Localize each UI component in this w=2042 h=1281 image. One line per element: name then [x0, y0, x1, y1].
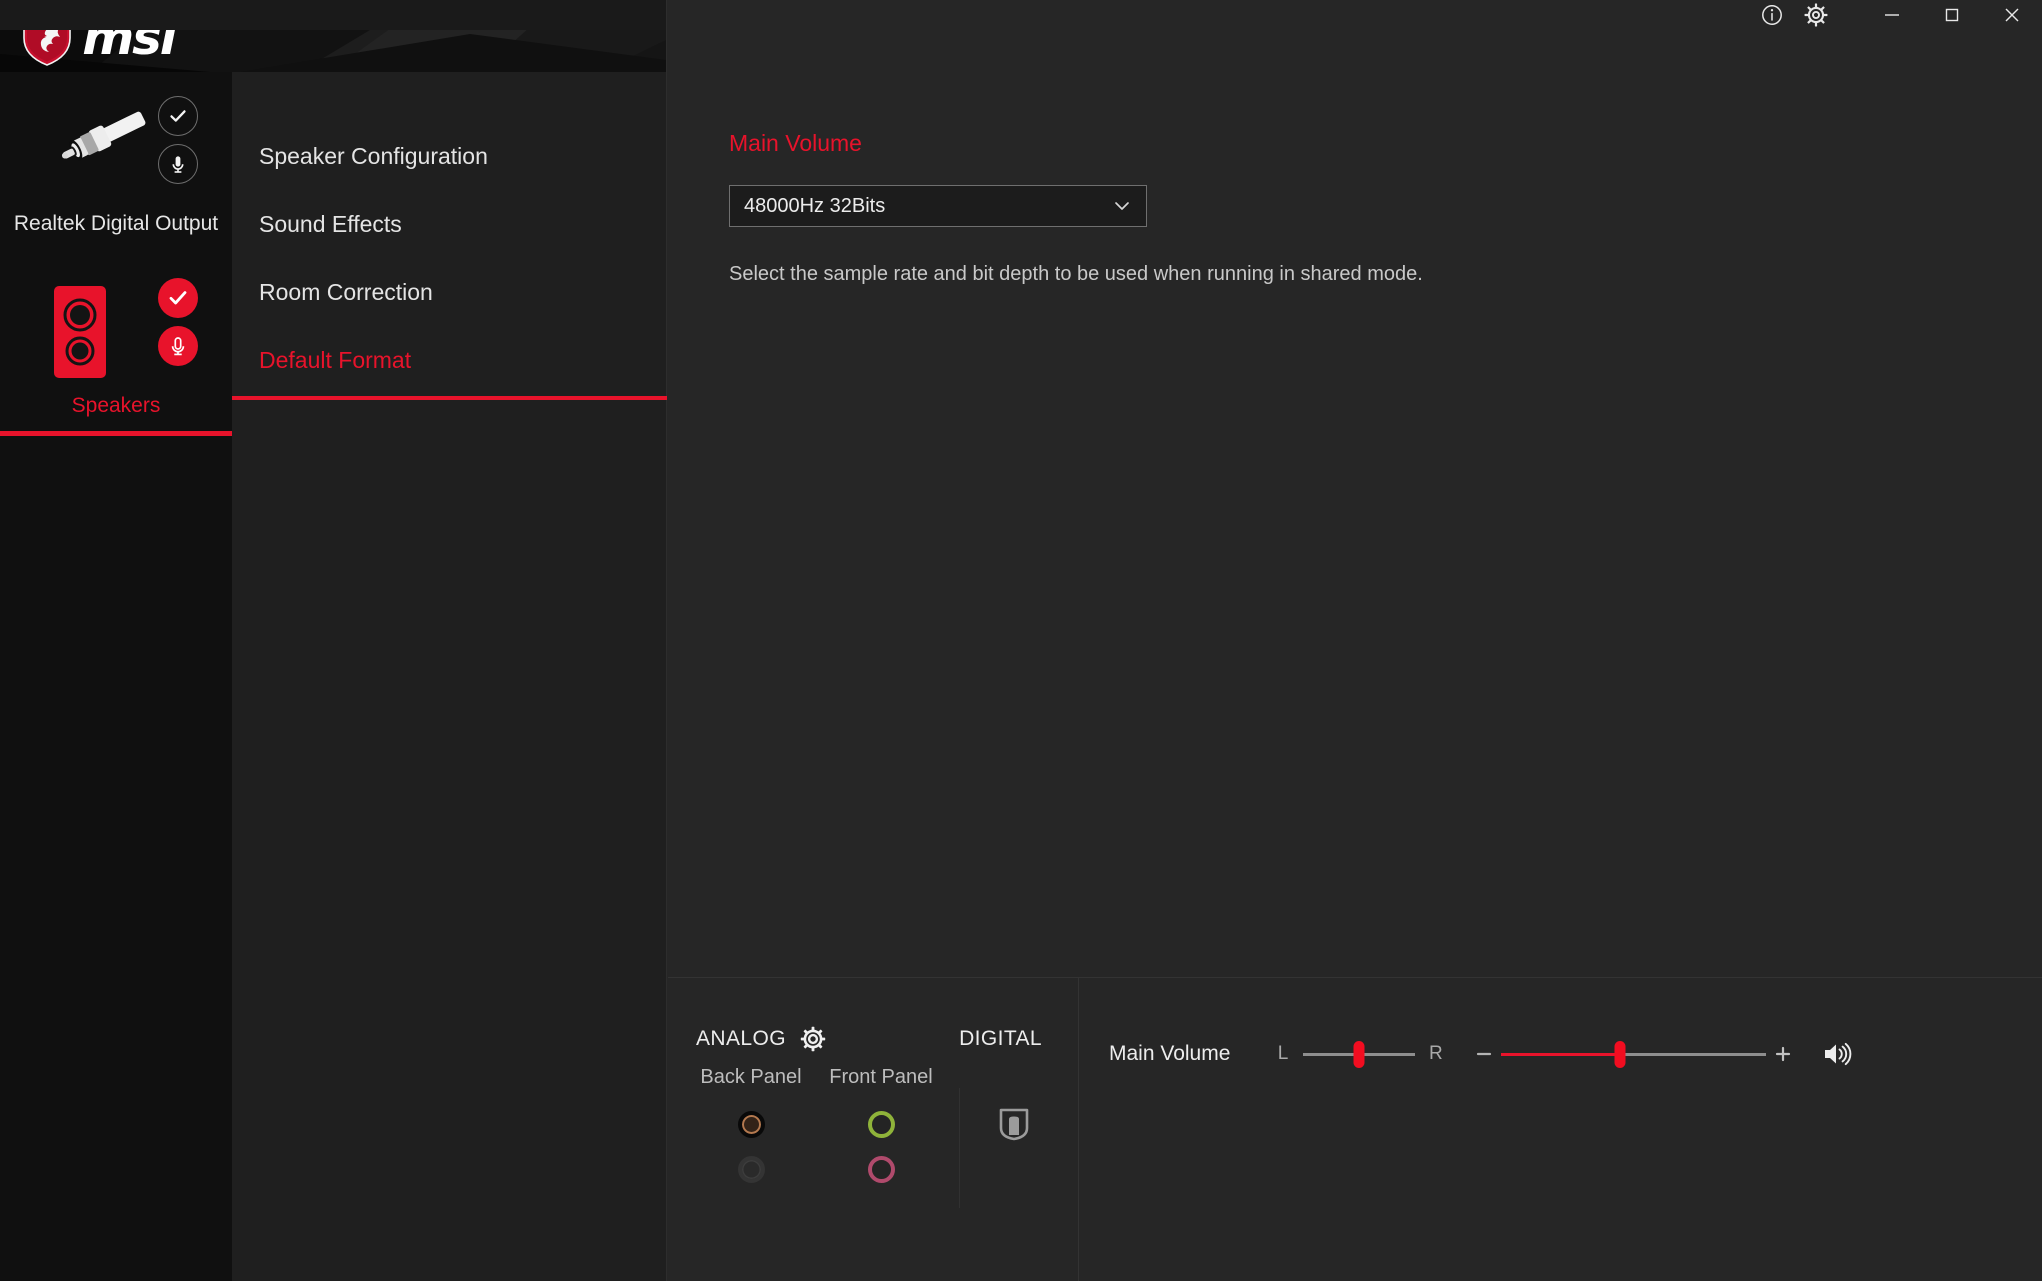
nav-item-label: Room Correction [259, 278, 433, 305]
spdif-cable-icon [52, 102, 152, 179]
close-button[interactable] [1982, 0, 2042, 30]
nav-item-sound-effects[interactable]: Sound Effects [232, 190, 666, 258]
default-format-select[interactable]: 48000Hz 32Bits [729, 185, 1147, 227]
master-volume-slider[interactable] [1501, 1041, 1766, 1068]
volume-row: Main Volume L R [1109, 1034, 2042, 1074]
device-label: Speakers [71, 394, 161, 417]
digital-caption: DIGITAL [959, 1027, 1042, 1050]
device-label: Realtek Digital Output [13, 212, 219, 235]
back-panel-jack-1[interactable] [737, 1111, 765, 1138]
device-badges [158, 278, 198, 366]
device-glyph-row [16, 86, 216, 206]
title-bar [0, 0, 2042, 30]
jack-stack [867, 1111, 895, 1183]
master-volume-thumb[interactable] [1614, 1041, 1626, 1068]
jack-panel: ANALOG DIGITAL Back Panel Front Panel [668, 978, 1079, 1281]
nav-item-room-correction[interactable]: Room Correction [232, 258, 666, 326]
realtek-audio-console-window: Realtek Digital Output Speakers Speaker … [0, 0, 2042, 1281]
device-sidebar: Realtek Digital Output Speakers [0, 0, 232, 1281]
jack-column-front-panel: Front Panel [816, 1066, 946, 1183]
balance-right-label: R [1429, 1043, 1443, 1064]
active-device-indicator [0, 431, 232, 436]
device-default-playback-badge[interactable] [158, 96, 198, 136]
volume-decrease-button[interactable] [1467, 1039, 1501, 1069]
active-nav-indicator [232, 396, 667, 400]
master-volume-fill [1501, 1053, 1621, 1056]
balance-control: L R [1277, 1041, 1443, 1068]
speaker-icon [52, 284, 108, 385]
title-bar-controls [1750, 0, 2042, 30]
maximize-button[interactable] [1922, 0, 1982, 30]
analog-caption: ANALOG [696, 1027, 786, 1050]
front-panel-jack-mic-in[interactable] [867, 1156, 895, 1183]
info-icon[interactable] [1750, 0, 1794, 30]
front-panel-jack-line-out[interactable] [867, 1111, 895, 1138]
jack-stack [737, 1111, 765, 1183]
nav-item-label: Sound Effects [259, 210, 402, 237]
device-glyph-row [16, 268, 216, 388]
device-default-recording-badge[interactable] [158, 326, 198, 366]
volume-panel: Main Volume L R [1079, 978, 2042, 1281]
nav-item-label: Speaker Configuration [259, 142, 488, 169]
title-bar-brand-area [0, 0, 666, 30]
nav-item-label: Default Format [259, 346, 412, 373]
device-badges [158, 96, 198, 184]
volume-increase-button[interactable] [1766, 1039, 1800, 1069]
balance-left-label: L [1277, 1043, 1289, 1064]
balance-slider[interactable] [1303, 1041, 1415, 1068]
nav-item-speaker-configuration[interactable]: Speaker Configuration [232, 122, 666, 190]
main-volume-label: Main Volume [1109, 1042, 1231, 1065]
gear-icon[interactable] [1794, 0, 1838, 30]
section-title: Main Volume [729, 130, 862, 156]
gear-icon[interactable] [800, 1026, 826, 1052]
default-format-hint: Select the sample rate and bit depth to … [729, 263, 1423, 285]
device-card-speakers[interactable]: Speakers [0, 254, 232, 436]
minimize-button[interactable] [1862, 0, 1922, 30]
analog-group: ANALOG [696, 1026, 826, 1052]
balance-slider-thumb[interactable] [1353, 1041, 1365, 1068]
chevron-down-icon [1112, 196, 1132, 216]
jack-panel-header: ANALOG DIGITAL [668, 1026, 1078, 1052]
device-default-playback-badge[interactable] [158, 278, 198, 318]
back-panel-jack-2[interactable] [737, 1156, 765, 1183]
spdif-port-icon[interactable] [997, 1106, 1031, 1147]
bottom-bar: ANALOG DIGITAL Back Panel Front Panel Ma… [668, 977, 2042, 1281]
volume-speaker-icon[interactable] [1822, 1041, 1852, 1067]
default-format-value: 48000Hz 32Bits [744, 194, 886, 217]
digital-port-column [959, 1088, 1067, 1208]
jack-column-label: Front Panel [829, 1066, 933, 1088]
settings-nav-list: Speaker Configuration Sound Effects Room… [232, 72, 667, 400]
nav-item-default-format[interactable]: Default Format [232, 326, 667, 400]
device-default-recording-badge[interactable] [158, 144, 198, 184]
device-card-realtek-digital-output[interactable]: Realtek Digital Output [0, 72, 232, 254]
settings-nav-column: Speaker Configuration Sound Effects Room… [232, 0, 667, 1281]
jack-column-label: Back Panel [700, 1066, 802, 1088]
jack-column-back-panel: Back Panel [686, 1066, 816, 1183]
